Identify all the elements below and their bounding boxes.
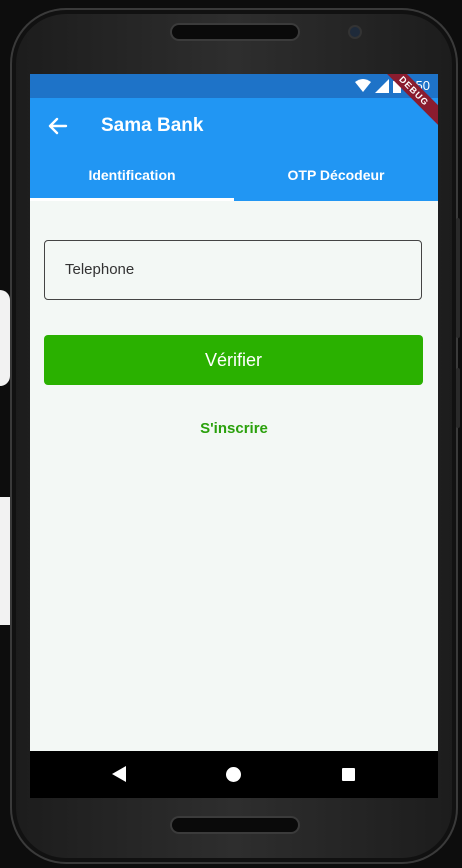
nav-recents-icon[interactable] [342, 768, 355, 781]
volume-button [456, 368, 460, 428]
app-screen: 9:50 Sama Bank DEBUG Identification OTP … [30, 74, 438, 751]
signal-icon [374, 78, 389, 93]
telephone-input[interactable]: Telephone [44, 240, 422, 300]
back-arrow-icon[interactable] [44, 112, 72, 140]
power-button [456, 218, 460, 338]
background-shape [0, 497, 10, 625]
bottom-speaker [172, 818, 298, 832]
app-title: Sama Bank [101, 115, 204, 136]
tab-identification[interactable]: Identification [30, 154, 234, 201]
nav-home-icon[interactable] [226, 767, 241, 782]
tab-otp-decodeur[interactable]: OTP Décodeur [234, 154, 438, 201]
verify-button[interactable]: Vérifier [44, 335, 423, 385]
earpiece-speaker [172, 25, 298, 39]
background-shape [0, 290, 10, 386]
tab-bar: Identification OTP Décodeur [30, 154, 438, 201]
wifi-icon [354, 78, 371, 92]
nav-back-icon[interactable] [112, 766, 126, 782]
telephone-placeholder: Telephone [65, 261, 135, 278]
signup-link[interactable]: S'inscrire [30, 420, 438, 437]
status-bar: 9:50 [30, 74, 438, 98]
front-camera [350, 27, 360, 37]
system-nav-bar [30, 751, 438, 798]
app-bar: Sama Bank [30, 98, 438, 154]
